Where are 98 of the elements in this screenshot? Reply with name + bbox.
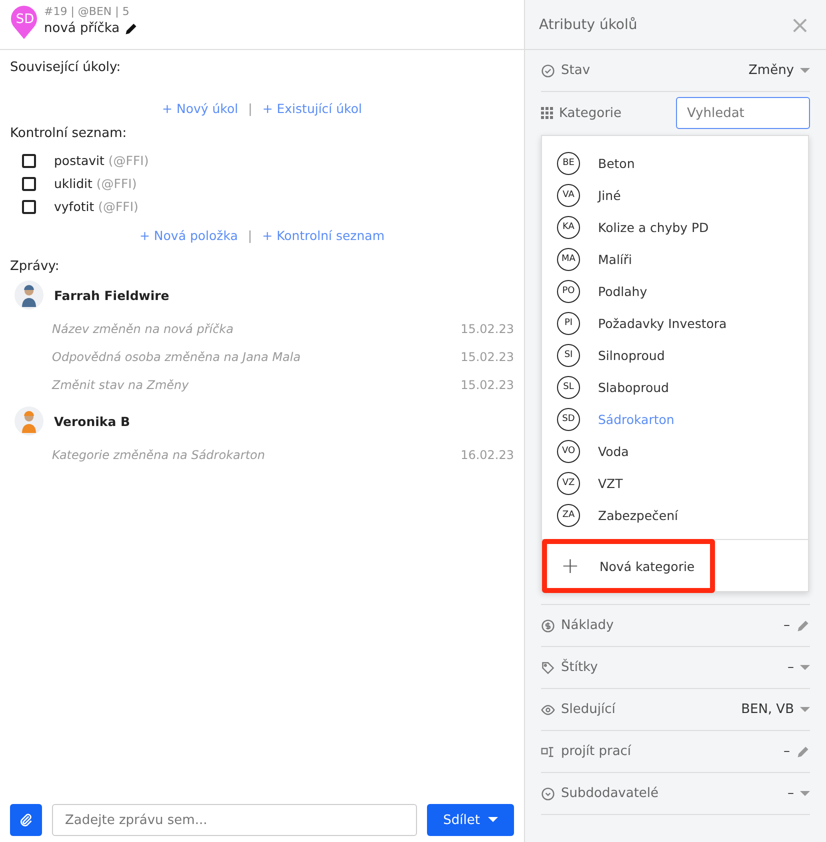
grid-icon xyxy=(541,107,553,119)
tag-icon xyxy=(541,660,555,674)
category-code: PO xyxy=(557,280,580,302)
category-option[interactable]: BE Beton xyxy=(542,147,808,179)
user-avatar xyxy=(14,280,44,310)
category-code: SL xyxy=(557,376,580,398)
attribute-label: Náklady xyxy=(561,618,615,633)
paperclip-icon xyxy=(19,813,33,827)
category-code: SI xyxy=(557,344,580,366)
attribute-label: projít prací xyxy=(561,744,632,759)
pencil-icon xyxy=(124,22,138,36)
category-name: VZT xyxy=(598,476,623,490)
checklist-item: uklidit (@FFI) xyxy=(54,176,137,191)
category-option[interactable]: MA Malíři xyxy=(542,243,808,275)
field-value: – xyxy=(784,744,790,759)
category-pin-icon xyxy=(10,5,38,39)
task-meta: #19 | @BEN | 5 xyxy=(44,5,130,18)
category-option[interactable]: SI Silnoproud xyxy=(542,339,808,371)
checkbox[interactable] xyxy=(22,200,36,214)
category-name: Zabezpečení xyxy=(598,508,678,522)
author-name: Veronika B xyxy=(54,414,130,428)
activity-text: Změnit stav na Změny xyxy=(52,378,189,392)
share-button[interactable]: Sdílet xyxy=(427,804,514,836)
chevron-circle-icon xyxy=(541,786,555,800)
attribute-label: Kategorie xyxy=(559,106,623,120)
eye-icon xyxy=(541,702,555,716)
category-option[interactable]: PI Požadavky Investora xyxy=(542,307,808,339)
category-option[interactable]: PO Podlahy xyxy=(542,275,808,307)
author-name: Farrah Fieldwire xyxy=(54,288,170,302)
category-code: ZA xyxy=(557,504,580,526)
field-value: – xyxy=(788,660,794,675)
task-title: nová příčka xyxy=(44,21,120,36)
new-category-button[interactable]: + Nová kategorie xyxy=(542,539,715,593)
message-input[interactable]: Zadejte zprávu sem... xyxy=(52,804,418,836)
section-heading: Kontrolní seznam: xyxy=(10,126,128,141)
category-code: MA xyxy=(557,248,580,270)
category-code: VA xyxy=(557,184,580,206)
attribute-label: Stav xyxy=(561,63,592,78)
activity-date: 15.02.23 xyxy=(460,322,514,336)
category-code: SD xyxy=(557,408,580,430)
category-name: Podlahy xyxy=(598,284,648,298)
category-name: Slaboproud xyxy=(598,380,669,394)
field-value: Změny xyxy=(748,63,794,78)
category-name: Jiné xyxy=(598,188,621,202)
checkbox[interactable] xyxy=(22,154,36,168)
category-option[interactable]: VO Voda xyxy=(542,435,808,467)
search-field[interactable]: Vyhledat xyxy=(676,97,810,129)
category-option[interactable]: ZA Zabezpečení xyxy=(542,499,808,531)
attribute-label: Subdodavatelé xyxy=(561,786,660,801)
category-name: Kolize a chyby PD xyxy=(598,220,709,234)
category-code: SD xyxy=(14,12,36,27)
caret-icon xyxy=(800,68,810,74)
activity-text: Název změněn na nová příčka xyxy=(52,322,234,336)
activity-text: Odpovědná osoba změněna na Jana Mala xyxy=(52,350,301,364)
user-avatar xyxy=(14,406,44,436)
caret-icon xyxy=(800,790,810,796)
section-heading: Související úkoly: xyxy=(10,60,122,75)
category-code: BE xyxy=(557,152,580,174)
caret-icon xyxy=(800,706,810,712)
category-name: Sádrokarton xyxy=(598,412,674,426)
caret-icon xyxy=(488,817,498,823)
activity-date: 16.02.23 xyxy=(460,448,514,462)
field-value: – xyxy=(788,786,794,801)
category-option[interactable]: SL Slaboproud xyxy=(542,371,808,403)
category-name: Požadavky Investora xyxy=(598,316,727,330)
pencil-icon xyxy=(796,618,810,632)
category-name: Beton xyxy=(598,156,635,170)
caret-icon xyxy=(800,664,810,670)
category-option[interactable]: SD Sádrokarton xyxy=(542,403,808,435)
link-separator: | xyxy=(248,228,252,243)
attribute-label: Štítky xyxy=(561,660,599,675)
section-heading: Zprávy: xyxy=(10,259,60,274)
attribute-label: Sledující xyxy=(561,702,616,717)
link-separator: | xyxy=(248,101,252,116)
category-option[interactable]: VA Jiné xyxy=(542,179,808,211)
checklist-item: postavit (@FFI) xyxy=(54,153,149,168)
category-code: KA xyxy=(557,216,580,238)
category-code: VO xyxy=(557,440,580,462)
check-circle-icon xyxy=(541,64,555,78)
category-option[interactable]: VZ VZT xyxy=(542,467,808,499)
field-value: BEN, VB xyxy=(741,702,794,717)
attach-button[interactable] xyxy=(10,804,42,836)
walkthrough-icon xyxy=(541,744,555,758)
field-value: – xyxy=(784,618,790,633)
activity-text: Kategorie změněna na Sádrokarton xyxy=(52,448,265,462)
category-name: Voda xyxy=(598,444,629,458)
dollar-circle-icon xyxy=(541,618,555,632)
panel-title: Atributy úkolů xyxy=(539,16,638,32)
category-code: PI xyxy=(557,312,580,334)
category-name: Malíři xyxy=(598,252,632,266)
pencil-icon xyxy=(796,744,810,758)
category-option[interactable]: KA Kolize a chyby PD xyxy=(542,211,808,243)
checklist-item: vyfotit (@FFI) xyxy=(54,199,138,214)
activity-date: 15.02.23 xyxy=(460,378,514,392)
category-code: VZ xyxy=(557,472,580,494)
activity-date: 15.02.23 xyxy=(460,350,514,364)
checkbox[interactable] xyxy=(22,176,36,190)
category-name: Silnoproud xyxy=(598,348,665,362)
